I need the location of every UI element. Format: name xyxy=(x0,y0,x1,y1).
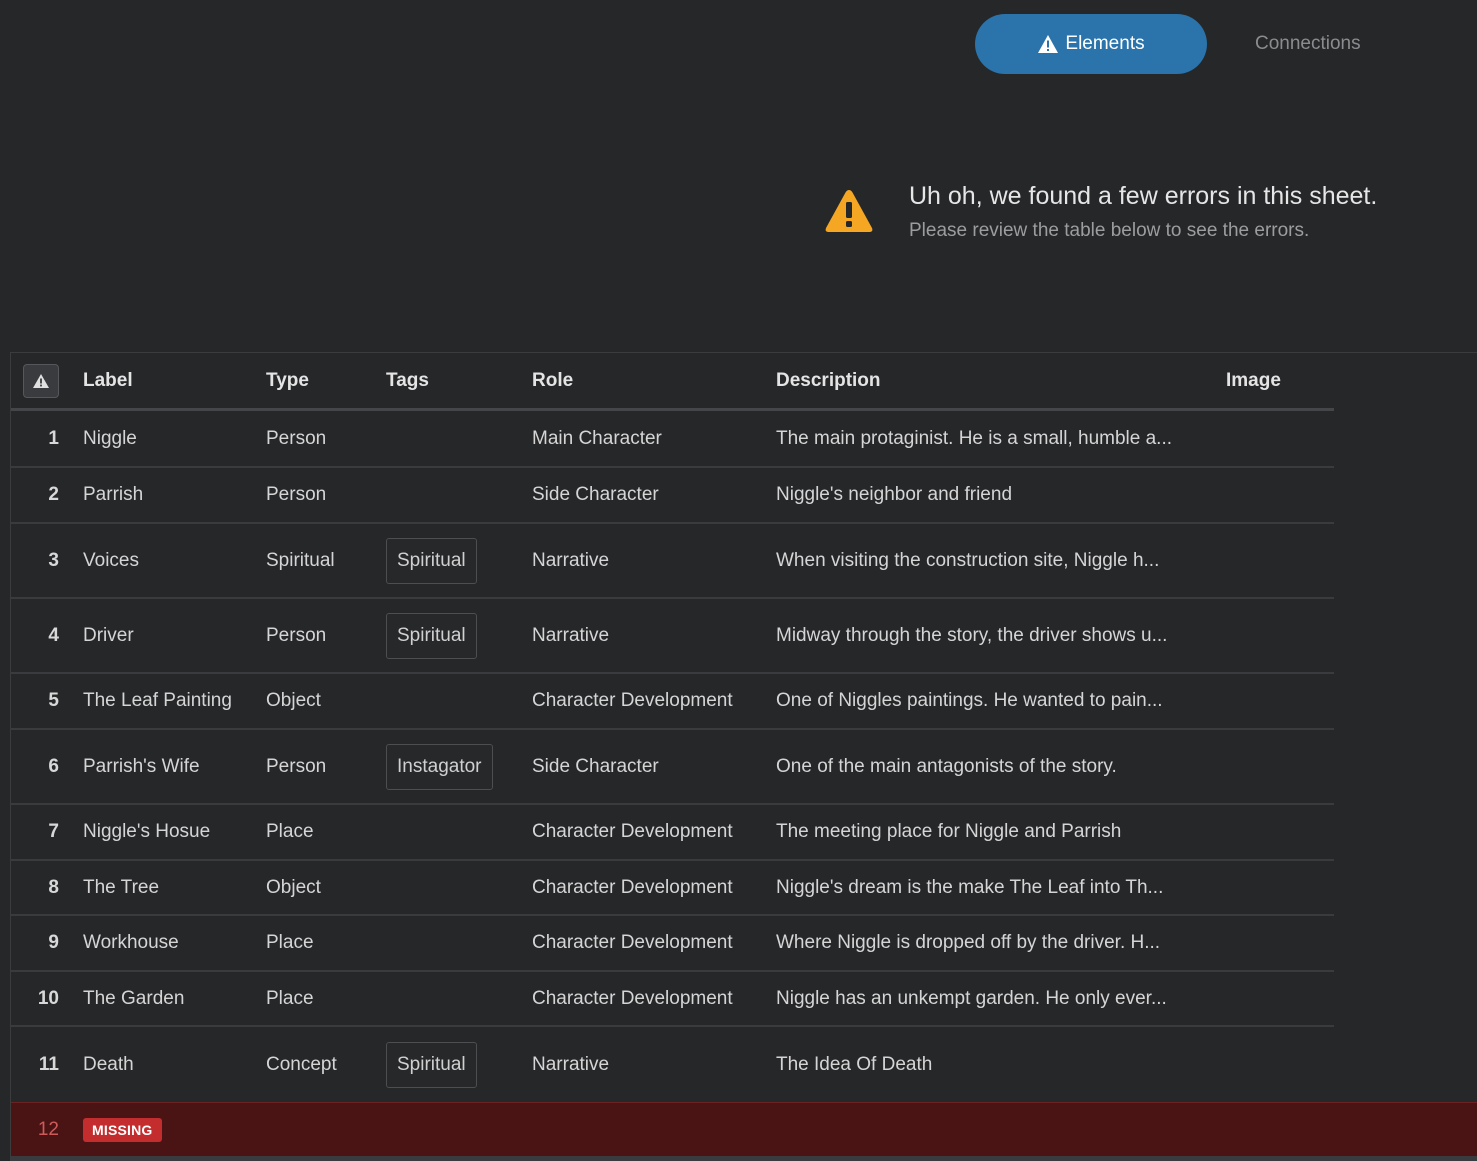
cell-label[interactable]: Parrish's Wife xyxy=(83,730,200,803)
column-header-role[interactable]: Role xyxy=(532,353,573,409)
cell-role[interactable]: Character Development xyxy=(532,805,733,859)
column-header-type[interactable]: Type xyxy=(266,353,309,409)
tab-elements[interactable]: Elements xyxy=(975,14,1207,74)
cell-tags[interactable]: Spiritual xyxy=(386,524,477,597)
row-number: 12 xyxy=(37,1118,59,1140)
warning-icon xyxy=(825,190,873,232)
cell-description[interactable]: One of Niggles paintings. He wanted to p… xyxy=(776,674,1163,728)
table-row[interactable]: 6 Parrish's Wife Person Instagator Side … xyxy=(11,730,1334,805)
table-row[interactable]: 8 The Tree Object Character Development … xyxy=(11,861,1334,916)
cell-type[interactable]: Person xyxy=(266,599,326,672)
table-row-error[interactable]: 12 MISSING xyxy=(11,1102,1477,1156)
cell-type[interactable]: Place xyxy=(266,916,314,970)
missing-badge: MISSING xyxy=(83,1117,162,1142)
cell-role[interactable]: Side Character xyxy=(532,468,659,522)
view-tabs: Elements Connections xyxy=(975,14,1361,74)
cell-description[interactable]: One of the main antagonists of the story… xyxy=(776,730,1117,803)
row-number: 3 xyxy=(48,549,59,571)
cell-type[interactable]: Person xyxy=(266,730,326,803)
cell-label[interactable]: The Tree xyxy=(83,861,159,914)
elements-table: Label Type Tags Role Description Image 1… xyxy=(10,352,1477,1161)
cell-description[interactable]: The meeting place for Niggle and Parrish xyxy=(776,805,1121,859)
cell-label[interactable]: The Leaf Painting xyxy=(83,674,232,728)
row-number: 7 xyxy=(48,821,59,842)
cell-type[interactable]: Place xyxy=(266,805,314,859)
cell-description[interactable]: When visiting the construction site, Nig… xyxy=(776,524,1159,597)
row-number: 11 xyxy=(38,1053,59,1075)
column-header-description[interactable]: Description xyxy=(776,353,881,409)
column-header-label[interactable]: Label xyxy=(83,353,133,409)
cell-tags[interactable]: Instagator xyxy=(386,730,493,803)
cell-description[interactable]: Niggle has an unkempt garden. He only ev… xyxy=(776,972,1167,1025)
table-row[interactable]: 5 The Leaf Painting Object Character Dev… xyxy=(11,674,1334,730)
table-header: Label Type Tags Role Description Image xyxy=(11,353,1334,411)
error-title: Uh oh, we found a few errors in this she… xyxy=(909,182,1378,210)
cell-type[interactable]: Place xyxy=(266,972,314,1025)
cell-role[interactable]: Narrative xyxy=(532,599,609,672)
cell-label[interactable]: Niggle xyxy=(83,411,137,466)
cell-role[interactable]: Character Development xyxy=(532,972,733,1025)
table-row[interactable]: 4 Driver Person Spiritual Narrative Midw… xyxy=(11,599,1334,674)
cell-tags[interactable]: Spiritual xyxy=(386,599,477,672)
cell-role[interactable]: Character Development xyxy=(532,674,733,728)
row-number: 4 xyxy=(48,624,59,646)
cell-label[interactable]: Death xyxy=(83,1027,134,1102)
cell-label[interactable]: Voices xyxy=(83,524,139,597)
cell-type[interactable]: Spiritual xyxy=(266,524,335,597)
error-subtitle: Please review the table below to see the… xyxy=(909,220,1310,241)
row-number: 9 xyxy=(48,932,59,953)
cell-role[interactable]: Character Development xyxy=(532,916,733,970)
tab-elements-label: Elements xyxy=(1065,33,1145,54)
tag-chip[interactable]: Spiritual xyxy=(386,537,477,584)
cell-type[interactable]: Object xyxy=(266,861,321,914)
error-filter-button[interactable] xyxy=(23,364,59,398)
cell-type[interactable]: Person xyxy=(266,468,326,522)
tag-chip[interactable]: Instagator xyxy=(386,743,493,790)
cell-role[interactable]: Side Character xyxy=(532,730,659,803)
table-row[interactable]: 9 Workhouse Place Character Development … xyxy=(11,916,1334,972)
cell-description[interactable]: Niggle's dream is the make The Leaf into… xyxy=(776,861,1163,914)
cell-type[interactable]: Object xyxy=(266,674,321,728)
cell-type[interactable]: Person xyxy=(266,411,326,466)
cell-label[interactable]: Driver xyxy=(83,599,134,672)
table-row[interactable]: 11 Death Concept Spiritual Narrative The… xyxy=(11,1027,1334,1102)
row-number: 5 xyxy=(48,690,59,711)
cell-description[interactable]: The main protaginist. He is a small, hum… xyxy=(776,411,1172,466)
row-number: 1 xyxy=(48,427,59,449)
row-number: 6 xyxy=(48,755,59,777)
row-number: 2 xyxy=(48,484,59,505)
import-review-screen: Elements Connections Uh oh, we found a f… xyxy=(0,0,1477,1161)
row-number: 10 xyxy=(37,987,59,1009)
cell-label[interactable]: Parrish xyxy=(83,468,143,522)
cell-label[interactable]: Workhouse xyxy=(83,916,179,970)
column-header-image[interactable]: Image xyxy=(1226,353,1281,409)
cell-description[interactable]: The Idea Of Death xyxy=(776,1027,932,1102)
cell-label[interactable]: Niggle's Hosue xyxy=(83,805,210,859)
warning-icon xyxy=(1038,35,1059,53)
warning-icon xyxy=(33,374,49,388)
tab-connections[interactable]: Connections xyxy=(1255,14,1361,74)
cell-type[interactable]: Concept xyxy=(266,1027,337,1102)
cell-role[interactable]: Character Development xyxy=(532,861,733,914)
tag-chip[interactable]: Spiritual xyxy=(386,612,477,659)
cell-tags[interactable]: Spiritual xyxy=(386,1027,477,1102)
table-row[interactable]: 2 Parrish Person Side Character Niggle's… xyxy=(11,468,1334,524)
horizontal-scrollbar[interactable] xyxy=(11,1156,1477,1161)
cell-role[interactable]: Main Character xyxy=(532,411,662,466)
tag-chip[interactable]: Spiritual xyxy=(386,1041,477,1088)
table-row[interactable]: 7 Niggle's Hosue Place Character Develop… xyxy=(11,805,1334,861)
cell-role[interactable]: Narrative xyxy=(532,1027,609,1102)
cell-label[interactable]: MISSING xyxy=(83,1103,162,1156)
cell-role[interactable]: Narrative xyxy=(532,524,609,597)
cell-description[interactable]: Where Niggle is dropped off by the drive… xyxy=(776,916,1160,970)
column-header-tags[interactable]: Tags xyxy=(386,353,429,409)
table-row[interactable]: 1 Niggle Person Main Character The main … xyxy=(11,411,1334,468)
table-row[interactable]: 10 The Garden Place Character Developmen… xyxy=(11,972,1334,1027)
table-row[interactable]: 3 Voices Spiritual Spiritual Narrative W… xyxy=(11,524,1334,599)
cell-description[interactable]: Midway through the story, the driver sho… xyxy=(776,599,1167,672)
cell-description[interactable]: Niggle's neighbor and friend xyxy=(776,468,1012,522)
row-number: 8 xyxy=(48,876,59,898)
cell-label[interactable]: The Garden xyxy=(83,972,184,1025)
error-banner: Uh oh, we found a few errors in this she… xyxy=(824,180,1444,250)
